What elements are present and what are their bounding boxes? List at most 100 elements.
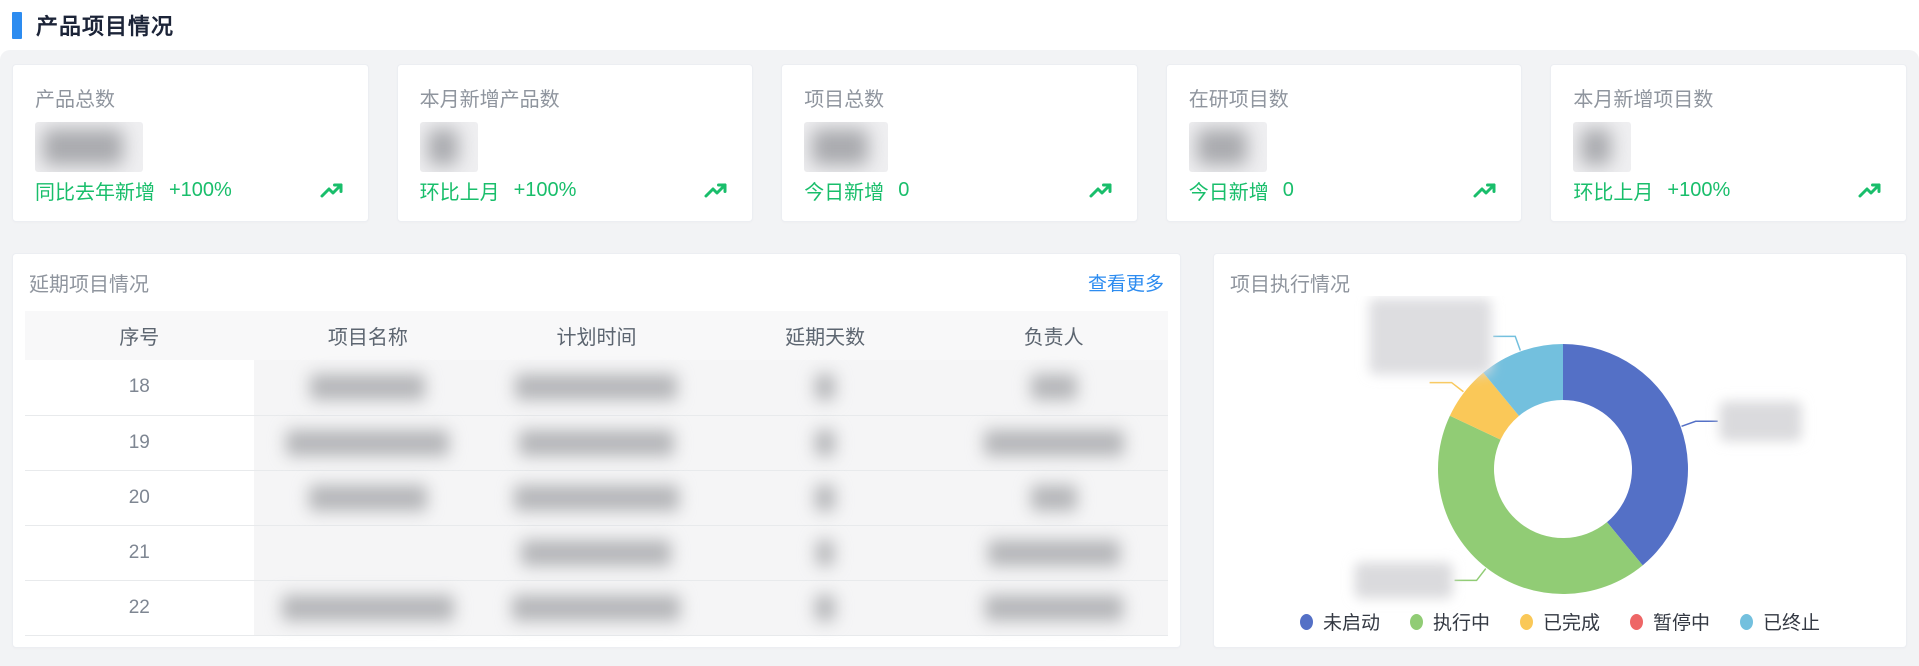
blurred-value-blob	[1196, 129, 1247, 165]
blurred-cell-owner	[939, 580, 1168, 636]
chart-legend: 未启动 执行中 已完成 暂停中 已终止	[1214, 608, 1906, 635]
metric-label: 今日新增	[804, 182, 885, 204]
metric-label: 今日新增	[1188, 182, 1269, 204]
section-header: 产品项目情况	[0, 0, 1919, 50]
blurred-slice-label	[1354, 562, 1453, 599]
legend-item[interactable]: 未启动	[1299, 608, 1380, 635]
blurred-value-blob	[1581, 129, 1612, 165]
table-row: 19	[25, 415, 1168, 471]
label-leader-line	[1493, 335, 1522, 351]
table-row: 21	[25, 525, 1168, 581]
metric-value: 0	[1282, 179, 1294, 201]
stat-cards-row: 产品总数 同比去年新增 +100% 本月新增产品数 环比上月 +100% 项目总…	[12, 64, 1907, 222]
stat-card-title: 本月新增产品数	[419, 89, 560, 111]
blurred-cell-delay-days	[710, 360, 940, 416]
section-accent-bar	[12, 11, 22, 39]
donut-slice-1[interactable]	[1438, 415, 1643, 595]
metric-value: 0	[898, 179, 910, 201]
blurred-value	[804, 122, 889, 172]
label-leader-line	[1454, 568, 1487, 582]
legend-label: 执行中	[1432, 613, 1490, 634]
stat-card-metric: 今日新增 0	[804, 176, 1115, 205]
metric-value: +100%	[169, 179, 232, 201]
stat-card-title: 项目总数	[804, 89, 885, 111]
legend-dot-icon	[1299, 613, 1313, 630]
table-header-row: 序号 项目名称 计划时间 延期天数 负责人	[25, 311, 1168, 360]
blurred-cell-owner	[939, 525, 1168, 581]
execution-panel-title: 项目执行情况	[1230, 274, 1350, 296]
blurred-value-blob	[812, 129, 869, 165]
table-col-header: 负责人	[939, 311, 1168, 360]
page-title: 产品项目情况	[36, 14, 175, 39]
stat-card-title: 在研项目数	[1188, 89, 1289, 111]
blurred-cell-plan-time	[482, 470, 711, 526]
trend-up-icon	[1858, 183, 1881, 197]
stat-card-metric: 同比去年新增 +100%	[35, 176, 346, 205]
legend-item[interactable]: 暂停中	[1630, 608, 1710, 635]
legend-item[interactable]: 已终止	[1740, 608, 1820, 635]
legend-label: 已终止	[1763, 613, 1821, 634]
blurred-cell-plan-time	[482, 580, 711, 636]
stat-card: 项目总数 今日新增 0	[781, 64, 1138, 222]
execution-panel: 项目执行情况 未启动 执行中 已完成 暂停中 已终止	[1213, 253, 1907, 648]
blurred-cell-plan-time	[482, 415, 711, 471]
blurred-cell-owner	[939, 360, 1168, 416]
blurred-cell-plan-time	[482, 525, 711, 581]
metric-value: +100%	[1667, 179, 1731, 201]
table-col-header: 项目名称	[253, 311, 483, 360]
panels-row: 延期项目情况 查看更多 序号 项目名称 计划时间 延期天数 负责人 18 19 20 2…	[12, 253, 1907, 648]
metric-label: 同比去年新增	[35, 182, 155, 204]
legend-label: 已完成	[1542, 613, 1600, 634]
blurred-cell-delay-days	[710, 470, 940, 526]
trend-up-icon	[320, 183, 343, 197]
dashboard-content: 产品总数 同比去年新增 +100% 本月新增产品数 环比上月 +100% 项目总…	[0, 50, 1919, 666]
blurred-slice-label	[1719, 401, 1802, 442]
blurred-cell-plan-time	[482, 360, 711, 416]
stat-card-metric: 环比上月 +100%	[1573, 176, 1884, 205]
label-leader-line	[1429, 381, 1464, 393]
seq-cell: 20	[25, 470, 254, 526]
stat-card: 在研项目数 今日新增 0	[1165, 64, 1523, 222]
stat-card: 本月新增产品数 环比上月 +100%	[396, 64, 754, 222]
donut-slice-0[interactable]	[1563, 344, 1688, 566]
stat-card-metric: 今日新增 0	[1189, 176, 1500, 205]
blurred-cell-project-name	[253, 470, 483, 526]
stat-card: 本月新增项目数 环比上月 +100%	[1550, 64, 1907, 222]
delayed-projects-panel: 延期项目情况 查看更多 序号 项目名称 计划时间 延期天数 负责人 18 19 20 2…	[12, 253, 1181, 648]
blurred-value	[35, 122, 143, 172]
seq-cell: 21	[25, 525, 254, 581]
table-row: 18	[25, 360, 1168, 416]
stat-card: 产品总数 同比去年新增 +100%	[12, 64, 369, 222]
metric-label: 环比上月	[1573, 182, 1654, 204]
blurred-cell-project-name	[253, 360, 483, 416]
blurred-value-blob	[427, 129, 458, 165]
table-col-header: 序号	[25, 311, 254, 360]
blurred-value	[1188, 122, 1267, 172]
table-col-header: 计划时间	[482, 311, 711, 360]
table-row: 22	[25, 580, 1168, 636]
table-col-header: 延期天数	[710, 311, 940, 360]
view-more-link[interactable]: 查看更多	[1088, 269, 1164, 296]
legend-item[interactable]: 执行中	[1409, 608, 1490, 635]
blurred-value	[1573, 122, 1632, 172]
blurred-cell-project-name	[253, 580, 483, 636]
legend-label: 暂停中	[1653, 613, 1711, 634]
seq-cell: 22	[25, 580, 254, 636]
donut-chart	[1354, 298, 1802, 599]
legend-dot-icon	[1740, 613, 1754, 630]
blurred-cell-owner	[939, 415, 1168, 471]
trend-up-icon	[704, 183, 727, 197]
legend-dot-icon	[1519, 613, 1533, 630]
blurred-cell-delay-days	[710, 580, 940, 636]
delayed-projects-table: 序号 项目名称 计划时间 延期天数 负责人 18 19 20 21 22	[25, 311, 1168, 636]
legend-item[interactable]: 已完成	[1519, 608, 1600, 635]
metric-label: 环比上月	[419, 182, 500, 204]
legend-dot-icon	[1409, 613, 1423, 630]
blurred-value	[419, 122, 478, 172]
seq-cell: 18	[25, 360, 254, 416]
blurred-cell-project-name	[253, 415, 483, 471]
blurred-cell-delay-days	[710, 415, 940, 471]
label-leader-line	[1681, 420, 1718, 428]
stat-card-title: 本月新增项目数	[1573, 89, 1714, 111]
seq-cell: 19	[25, 415, 254, 471]
